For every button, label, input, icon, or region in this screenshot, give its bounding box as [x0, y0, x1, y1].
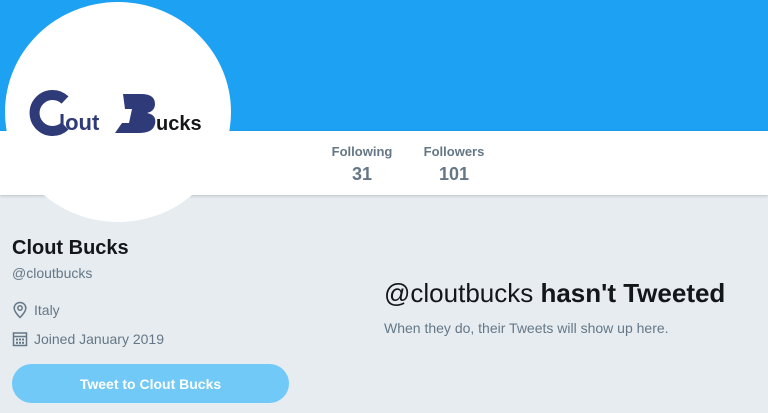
svg-text:lout: lout — [59, 110, 100, 135]
followers-stat[interactable]: Followers 101 — [423, 144, 485, 186]
svg-text:ucks: ucks — [156, 113, 202, 135]
calendar-icon — [12, 332, 28, 347]
followers-label: Followers — [423, 144, 485, 159]
following-stat[interactable]: Following 31 — [331, 144, 393, 186]
empty-timeline-subtitle: When they do, their Tweets will show up … — [384, 320, 669, 336]
empty-timeline-title: @cloutbucks hasn't Tweeted — [384, 277, 725, 309]
profile-joined: Joined January 2019 — [12, 329, 164, 349]
empty-title-rest: hasn't Tweeted — [540, 278, 726, 308]
joined-text: Joined January 2019 — [34, 331, 164, 347]
empty-title-handle: @cloutbucks — [384, 278, 534, 308]
cloutbucks-logo: lout ucks — [29, 90, 202, 136]
following-count: 31 — [351, 164, 373, 184]
location-text: Italy — [34, 302, 60, 318]
profile-avatar[interactable]: lout ucks — [5, 2, 231, 222]
location-pin-icon — [13, 301, 27, 319]
profile-handle[interactable]: @cloutbucks — [12, 264, 92, 282]
following-label: Following — [331, 144, 393, 159]
profile-name[interactable]: Clout Bucks — [12, 235, 129, 261]
followers-count: 101 — [438, 164, 470, 184]
tweet-to-button[interactable]: Tweet to Clout Bucks — [12, 364, 289, 403]
profile-location: Italy — [12, 300, 60, 320]
